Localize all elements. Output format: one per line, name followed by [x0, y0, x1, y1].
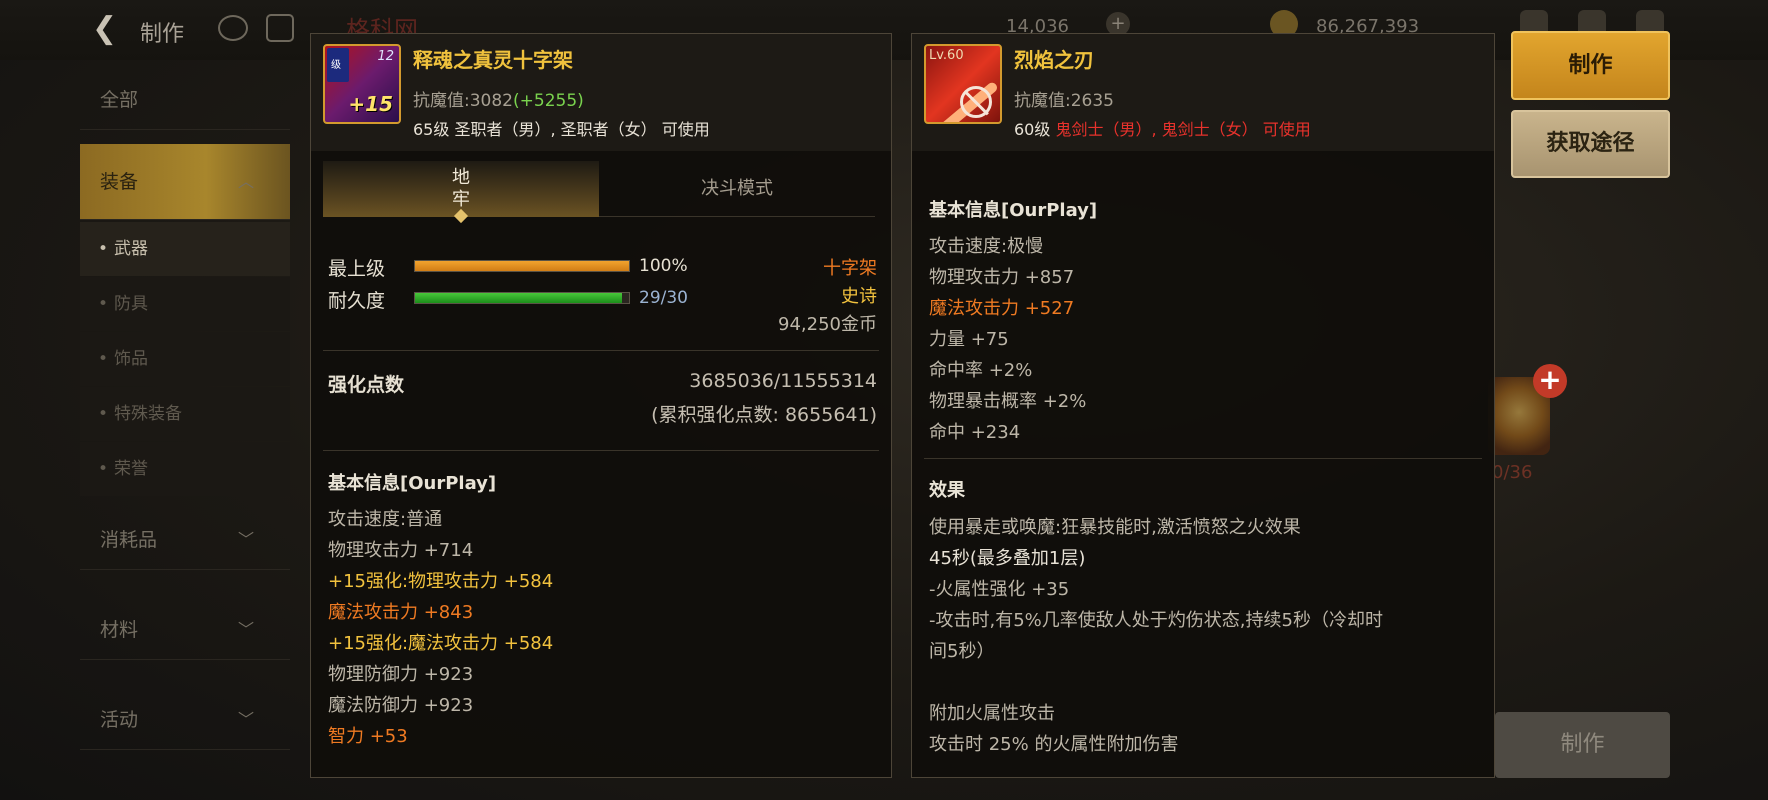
enhance-points-value: 3685036/11555314: [689, 370, 877, 392]
grade-value: 100%: [639, 256, 688, 276]
tab-duel-mode[interactable]: 决斗模式: [599, 161, 875, 217]
list-item: 命中率 +2%: [929, 360, 1033, 381]
effect-line: 间5秒）: [929, 641, 995, 662]
grade-bar: [414, 260, 630, 272]
sidebar-item-special-equipment[interactable]: 特殊装备: [80, 387, 290, 441]
list-item: 攻击速度:普通: [328, 509, 443, 530]
diamond-icon[interactable]: [218, 15, 248, 41]
item-type: 十字架: [823, 258, 877, 279]
sidebar-item-armor[interactable]: 防具: [80, 277, 290, 331]
divider: [323, 350, 879, 351]
usable-classes: 60级 鬼剑士（男）, 鬼剑士（女） 可使用: [1014, 120, 1311, 139]
item-tooltip-left: 级 12 +15 释魂之真灵十字架 抗魔值:3082(+5255) 65级 圣职…: [310, 33, 892, 778]
list-item: 力量 +75: [929, 329, 1009, 350]
sidebar-item-events[interactable]: 活动 ﹀: [80, 690, 290, 750]
back-arrow-icon[interactable]: ❮: [92, 12, 128, 46]
divider: [323, 450, 879, 451]
chevron-up-icon: ︿: [237, 172, 254, 191]
divider: [924, 458, 1482, 459]
basic-info-title: 基本信息[OurPlay]: [328, 473, 497, 494]
enhance-points-total: (累积强化点数: 8655641): [651, 404, 877, 426]
unusable-icon: [960, 86, 992, 118]
list-item: 魔法防御力 +923: [328, 695, 474, 716]
list-item: +15强化:魔法攻击力 +584: [328, 633, 554, 654]
level-tag: Lv.60: [929, 48, 964, 63]
durability-bar: [414, 292, 630, 304]
grade-bar-fill: [415, 261, 629, 271]
level-badge: 12: [377, 49, 394, 64]
tab-active-marker: [453, 208, 469, 224]
chevron-down-icon: ﹀: [237, 530, 254, 549]
list-item: 物理攻击力 +714: [328, 540, 474, 561]
effect-line: 45秒(最多叠加1层): [929, 548, 1086, 569]
sidebar-item-weapon[interactable]: 武器: [80, 222, 290, 276]
craft-button[interactable]: 制作: [1511, 31, 1670, 100]
chevron-down-icon: ﹀: [237, 710, 254, 729]
tooltip-header: Lv.60 烈焰之刃 抗魔值:2635 60级 鬼剑士（男）, 鬼剑士（女） 可…: [912, 34, 1494, 151]
durability-bar-fill: [415, 293, 622, 303]
material-count: 0/36: [1492, 462, 1533, 483]
effect-line: 攻击时 25% 的火属性附加伤害: [929, 734, 1179, 755]
list-item: 魔法攻击力 +527: [929, 298, 1075, 319]
effect-line: 附加火属性攻击: [929, 703, 1055, 724]
effect-line: [929, 667, 1479, 698]
effect-line: 使用暴走或唤魔:狂暴技能时,激活愤怒之火效果: [929, 517, 1301, 538]
sidebar-item-all[interactable]: 全部: [80, 70, 290, 130]
effect-title: 效果: [929, 480, 965, 501]
enhance-points-label: 强化点数: [328, 374, 405, 396]
item-tooltip-right: Lv.60 烈焰之刃 抗魔值:2635 60级 鬼剑士（男）, 鬼剑士（女） 可…: [911, 33, 1495, 778]
sidebar-item-accessory[interactable]: 饰品: [80, 332, 290, 386]
list-item: 物理暴击概率 +2%: [929, 391, 1087, 412]
item-name: 烈焰之刃: [1014, 48, 1094, 72]
add-material-icon[interactable]: +: [1533, 364, 1567, 398]
right-stat-list: 攻击速度:极慢 物理攻击力 +857 魔法攻击力 +527 力量 +75 命中率…: [929, 231, 1086, 448]
effect-line: -攻击时,有5%几率使敌人处于灼伤状态,持续5秒（冷却时: [929, 610, 1383, 631]
flame-blade-icon: Lv.60: [924, 44, 1002, 124]
chevron-down-icon: ﹀: [237, 620, 254, 639]
cross-weapon-icon: 级 12 +15: [323, 44, 401, 124]
mode-tabs: 地牢 决斗模式: [323, 161, 875, 224]
get-source-button[interactable]: 获取途径: [1511, 110, 1670, 178]
usable-classes: 65级 圣职者（男）, 圣职者（女） 可使用: [413, 120, 710, 139]
page-title: 制作: [140, 22, 185, 47]
list-item: 智力 +53: [328, 726, 408, 747]
item-rarity: 史诗: [841, 286, 877, 307]
list-item: +15强化:物理攻击力 +584: [328, 571, 554, 592]
anti-magic-line: 抗魔值:3082(+5255): [413, 91, 584, 111]
effect-description: 使用暴走或唤魔:狂暴技能时,激活愤怒之火效果 45秒(最多叠加1层) -火属性强…: [929, 512, 1479, 760]
grade-label: 最上级: [328, 258, 386, 280]
anti-magic-line: 抗魔值:2635: [1014, 91, 1114, 111]
list-item: 魔法攻击力 +843: [328, 602, 474, 623]
category-sidebar: 全部 装备︿ 武器 防具 饰品 特殊装备 荣誉 消耗品﹀ 材料﹀ 活动﹀: [80, 70, 290, 800]
bottom-craft-button[interactable]: 制作: [1495, 712, 1670, 778]
durability-value: 29/30: [639, 288, 688, 308]
list-item: 攻击速度:极慢: [929, 236, 1044, 257]
list-item: 命中 +234: [929, 422, 1021, 443]
item-price: 94,250金币: [778, 314, 877, 335]
list-item: 物理攻击力 +857: [929, 267, 1075, 288]
tooltip-header: 级 12 +15 释魂之真灵十字架 抗魔值:3082(+5255) 65级 圣职…: [311, 34, 891, 151]
sidebar-item-equipment[interactable]: 装备 ︿: [80, 144, 290, 220]
sidebar-item-materials[interactable]: 材料 ﹀: [80, 600, 290, 660]
left-stat-list: 攻击速度:普通 物理攻击力 +714 +15强化:物理攻击力 +584 魔法攻击…: [328, 504, 553, 752]
list-item: 物理防御力 +923: [328, 664, 474, 685]
shop-icon[interactable]: [266, 14, 294, 42]
enhance-level-badge: +15: [348, 92, 393, 116]
sidebar-item-consumables[interactable]: 消耗品 ﹀: [80, 510, 290, 570]
tab-dungeon[interactable]: 地牢: [323, 161, 599, 224]
durability-label: 耐久度: [328, 290, 386, 312]
basic-info-title: 基本信息[OurPlay]: [929, 200, 1098, 221]
sidebar-item-honor[interactable]: 荣誉: [80, 442, 290, 496]
item-name: 释魂之真灵十字架: [413, 48, 573, 72]
effect-line: -火属性强化 +35: [929, 579, 1070, 600]
